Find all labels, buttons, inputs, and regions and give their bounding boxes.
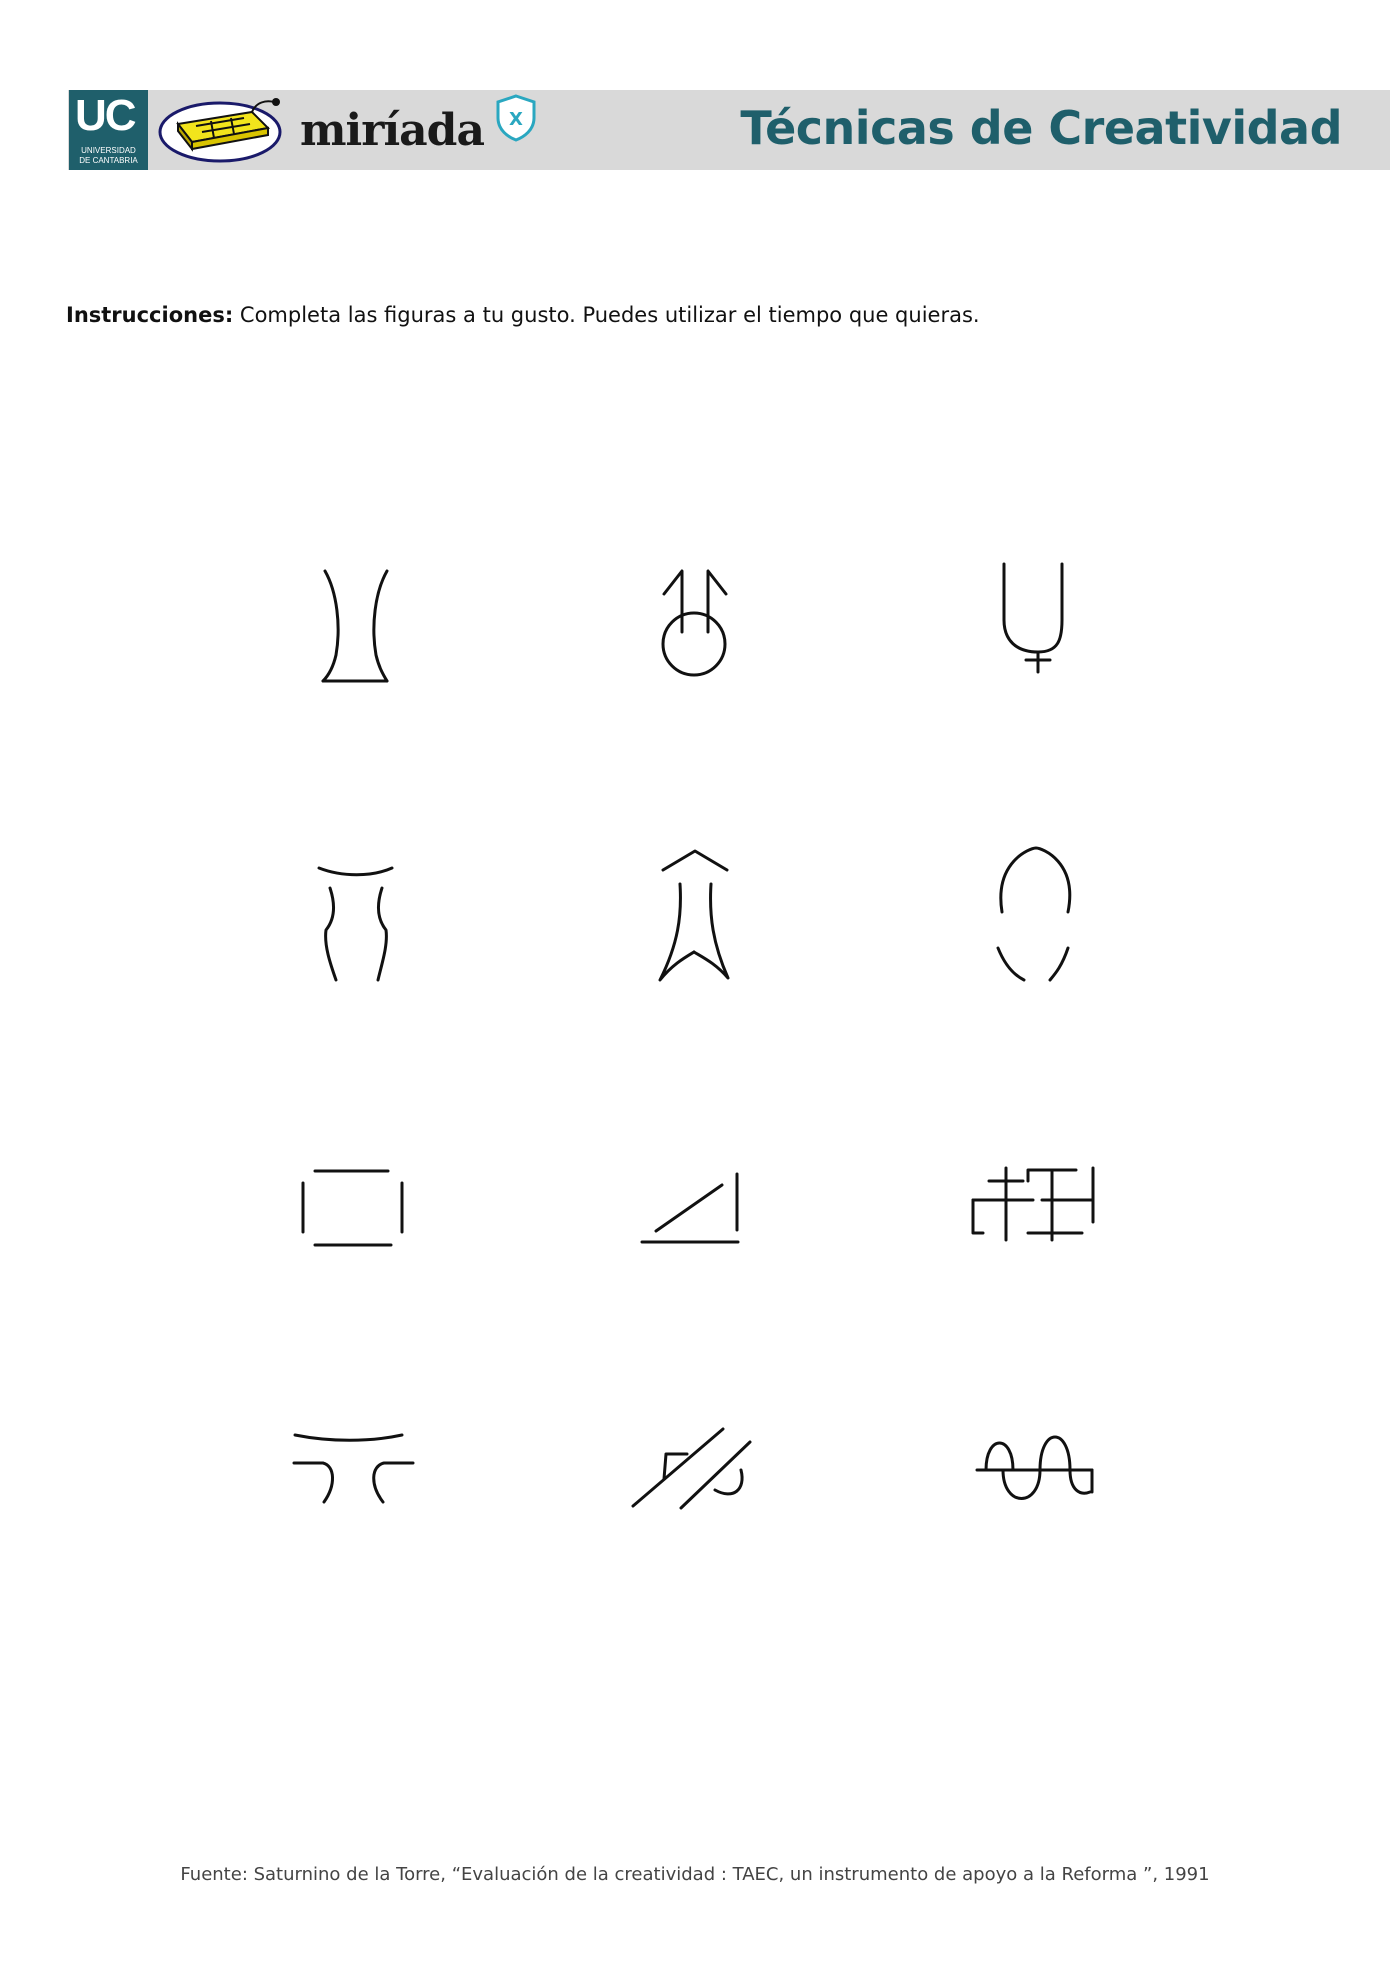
incomplete-figure-11 (631, 1427, 752, 1510)
figures-grid (292, 562, 1095, 1510)
incomplete-figure-7 (301, 1169, 404, 1247)
incomplete-figure-3 (1002, 562, 1064, 674)
incomplete-figure-10 (292, 1433, 415, 1504)
incomplete-figure-2 (661, 569, 728, 677)
incomplete-figure-4 (317, 866, 394, 982)
incomplete-figure-8 (640, 1172, 740, 1244)
incomplete-figure-12 (975, 1435, 1094, 1500)
incomplete-figure-9 (971, 1166, 1095, 1242)
incomplete-figure-5 (658, 849, 730, 982)
source-citation: Fuente: Saturnino de la Torre, “Evaluaci… (180, 1864, 1210, 1885)
incomplete-figure-6 (996, 846, 1072, 982)
incomplete-figure-1 (321, 569, 389, 683)
